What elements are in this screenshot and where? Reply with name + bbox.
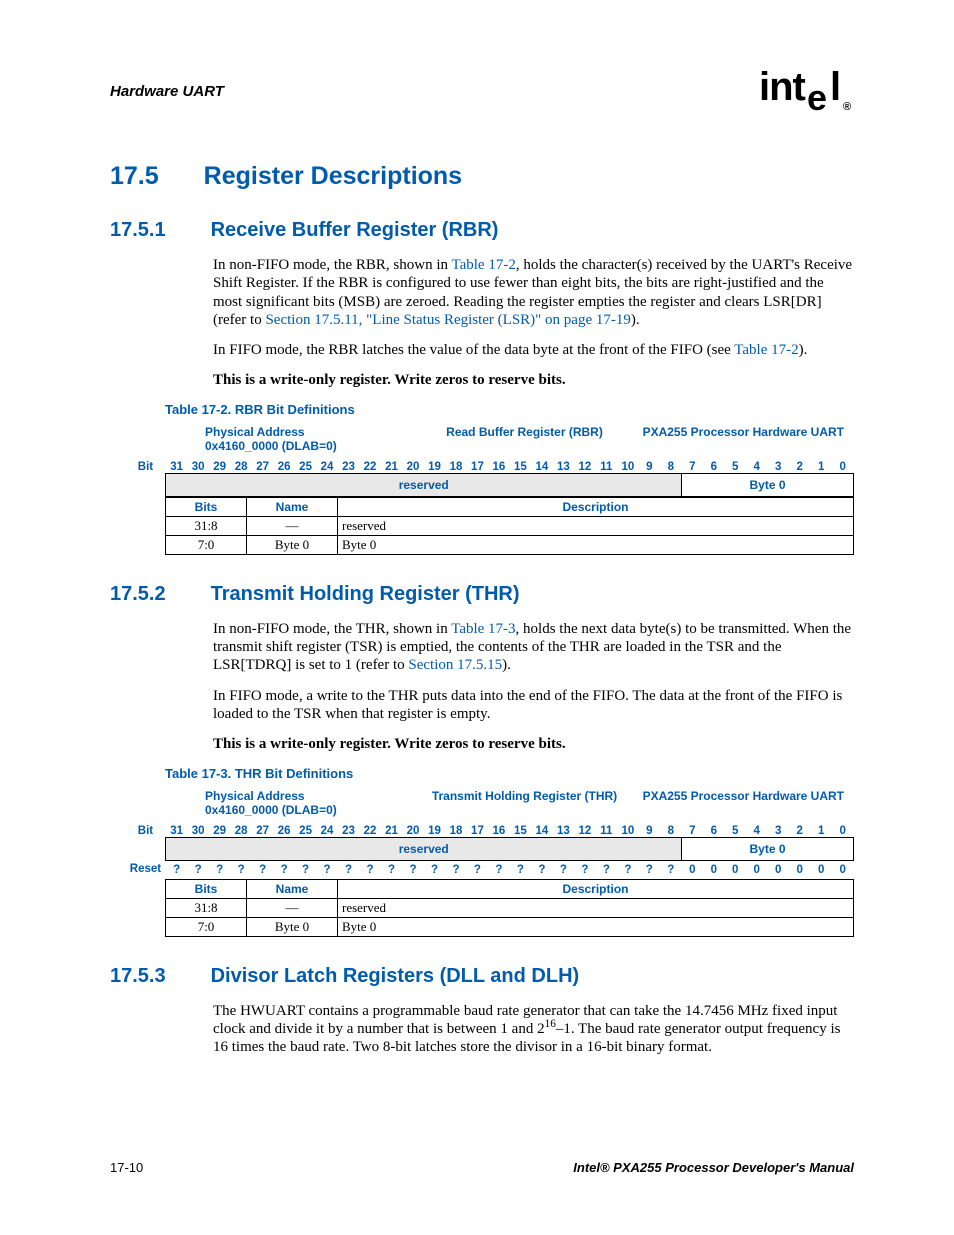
heading-17-5-2: 17.5.2 Transmit Holding Register (THR) [110, 583, 854, 606]
field-byte0: Byte 0 [682, 473, 854, 496]
register-header: Physical Address 0x4160_0000 (DLAB=0) Tr… [165, 789, 854, 817]
field-reserved: reserved [166, 837, 682, 860]
section-number: 17.5.2 [110, 583, 166, 606]
section-title: Divisor Latch Registers (DLL and DLH) [211, 965, 580, 988]
section-number: 17.5 [110, 162, 159, 191]
bit-number-row: Bit 313029282726252423222120191817161514… [125, 461, 854, 474]
svg-text:e: e [807, 77, 826, 112]
page-number: 17-10 [110, 1160, 143, 1175]
paragraph: In FIFO mode, a write to the THR puts da… [213, 687, 854, 724]
section-title: Transmit Holding Register (THR) [211, 583, 520, 606]
table-row: 31:8—reserved [166, 516, 854, 535]
desc-table-rbr: BitsNameDescription 31:8—reserved 7:0Byt… [165, 497, 854, 555]
intel-logo: int e l ® [759, 70, 854, 112]
header-title: Hardware UART [110, 83, 224, 100]
paragraph: In non-FIFO mode, the THR, shown in Tabl… [213, 620, 854, 675]
svg-text:®: ® [843, 101, 851, 112]
section-number: 17.5.3 [110, 965, 166, 988]
paragraph: The HWUART contains a programmable baud … [213, 1002, 854, 1057]
section-number: 17.5.1 [110, 219, 166, 242]
section-body: In non-FIFO mode, the RBR, shown in Tabl… [213, 256, 854, 390]
bit-number-row: Bit 313029282726252423222120191817161514… [125, 825, 854, 838]
note: This is a write-only register. Write zer… [213, 371, 854, 389]
table-caption: Table 17-2. RBR Bit Definitions [165, 402, 854, 417]
manual-title: Intel® PXA255 Processor Developer's Manu… [573, 1160, 854, 1175]
table-row: 31:8—reserved [166, 898, 854, 917]
page-footer: 17-10 Intel® PXA255 Processor Developer'… [110, 1160, 854, 1175]
field-reserved: reserved [166, 473, 682, 496]
field-row: reserved Byte 0 [125, 473, 854, 496]
table-row: 7:0Byte 0Byte 0 [166, 917, 854, 936]
link-table-17-3[interactable]: Table 17-3 [451, 621, 515, 637]
page-header: Hardware UART int e l ® [110, 70, 854, 112]
desc-table-thr: BitsNameDescription 31:8—reserved 7:0Byt… [165, 879, 854, 937]
svg-text:l: l [830, 70, 840, 109]
table-caption: Table 17-3. THR Bit Definitions [165, 766, 854, 781]
note: This is a write-only register. Write zer… [213, 735, 854, 753]
heading-17-5: 17.5 Register Descriptions [110, 162, 854, 191]
section-title: Receive Buffer Register (RBR) [211, 219, 499, 242]
link-section-17-5-15[interactable]: Section 17.5.15 [408, 657, 502, 673]
link-table-17-2[interactable]: Table 17-2 [734, 342, 798, 358]
section-body: The HWUART contains a programmable baud … [213, 1002, 854, 1057]
field-byte0: Byte 0 [682, 837, 854, 860]
paragraph: In non-FIFO mode, the RBR, shown in Tabl… [213, 256, 854, 329]
heading-17-5-3: 17.5.3 Divisor Latch Registers (DLL and … [110, 965, 854, 988]
reset-row: Reset ???????????????????????? 00000000 [125, 860, 854, 879]
link-table-17-2[interactable]: Table 17-2 [451, 257, 515, 273]
svg-text:int: int [759, 70, 806, 109]
link-section-17-5-11[interactable]: Section 17.5.11, "Line Status Register (… [265, 312, 630, 328]
table-row: 7:0Byte 0Byte 0 [166, 535, 854, 554]
section-title: Register Descriptions [204, 162, 462, 191]
bit-table-rbr: Bit 313029282726252423222120191817161514… [125, 461, 854, 497]
page: Hardware UART int e l ® 17.5 Register De… [0, 0, 954, 1235]
field-row: reserved Byte 0 [125, 837, 854, 860]
paragraph: In FIFO mode, the RBR latches the value … [213, 341, 854, 359]
heading-17-5-1: 17.5.1 Receive Buffer Register (RBR) [110, 219, 854, 242]
register-header: Physical Address 0x4160_0000 (DLAB=0) Re… [165, 425, 854, 453]
bit-table-thr: Bit 313029282726252423222120191817161514… [125, 825, 854, 879]
section-body: In non-FIFO mode, the THR, shown in Tabl… [213, 620, 854, 754]
